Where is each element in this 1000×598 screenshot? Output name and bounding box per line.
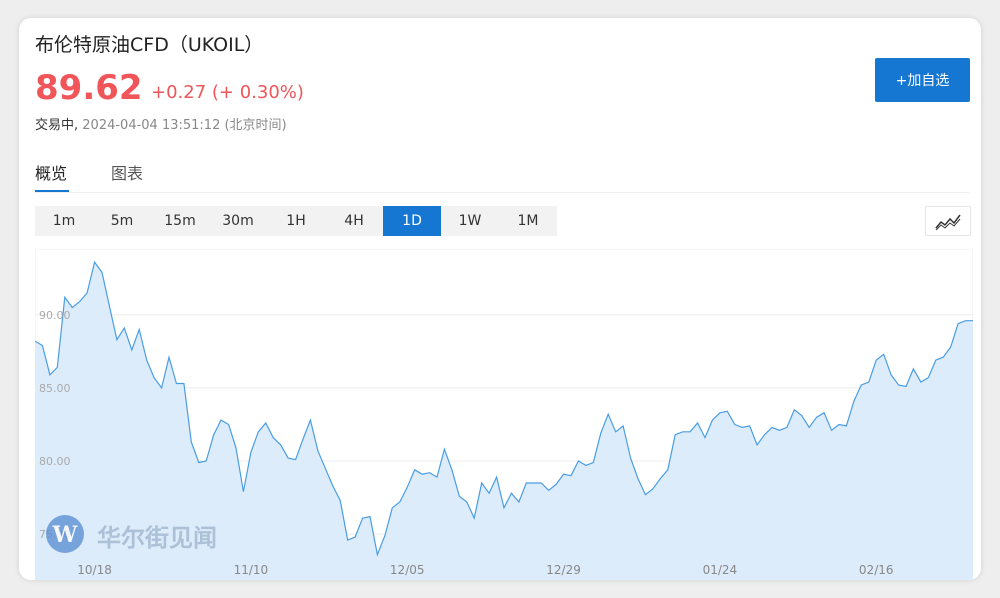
tab-chart[interactable]: 图表 (111, 160, 143, 184)
chart-type-button[interactable] (925, 206, 971, 236)
watermark-text: 华尔街见闻 (97, 523, 217, 552)
period-1h[interactable]: 1H (267, 206, 325, 236)
trade-status: 交易中, 2024-04-04 13:51:12 (北京时间) (35, 114, 287, 133)
period-4h[interactable]: 4H (325, 206, 383, 236)
x-tick-label: 11/10 (234, 563, 269, 577)
x-tick-label: 12/05 (390, 563, 425, 577)
period-30m[interactable]: 30m (209, 206, 267, 236)
y-tick-label: 85.00 (39, 382, 71, 395)
x-tick-label: 12/29 (546, 563, 581, 577)
quote-timestamp: 2024-04-04 13:51:12 (北京时间) (82, 118, 287, 133)
last-price: 89.62 (35, 68, 143, 108)
line-chart-icon (935, 214, 961, 231)
add-to-watchlist-button[interactable]: +加自选 (875, 58, 970, 102)
y-tick-label: 90.00 (39, 309, 71, 322)
period-5m[interactable]: 5m (93, 206, 151, 236)
period-1mo[interactable]: 1M (499, 206, 557, 236)
x-tick-label: 02/16 (859, 563, 894, 577)
period-1m[interactable]: 1m (35, 206, 93, 236)
tab-divider (35, 192, 969, 193)
watermark: W 华尔街见闻 (45, 514, 217, 554)
x-tick-label: 10/18 (77, 563, 112, 577)
quote-card: 布伦特原油CFD（UKOIL） 89.62 +0.27 (+ 0.30%) 交易… (19, 18, 981, 580)
period-1w[interactable]: 1W (441, 206, 499, 236)
y-tick-label: 80.00 (39, 455, 71, 468)
period-1d[interactable]: 1D (383, 206, 441, 236)
instrument-title: 布伦特原油CFD（UKOIL） (35, 34, 264, 56)
price-change: +0.27 (+ 0.30%) (151, 82, 304, 103)
period-15m[interactable]: 15m (151, 206, 209, 236)
tab-overview[interactable]: 概览 (35, 160, 67, 184)
period-selector: 1m 5m 15m 30m 1H 4H 1D 1W 1M (35, 206, 557, 236)
x-tick-label: 01/24 (703, 563, 738, 577)
svg-text:W: W (52, 522, 78, 548)
status-text: 交易中, (35, 118, 79, 133)
wallstreetcn-logo-icon: W (46, 515, 84, 553)
